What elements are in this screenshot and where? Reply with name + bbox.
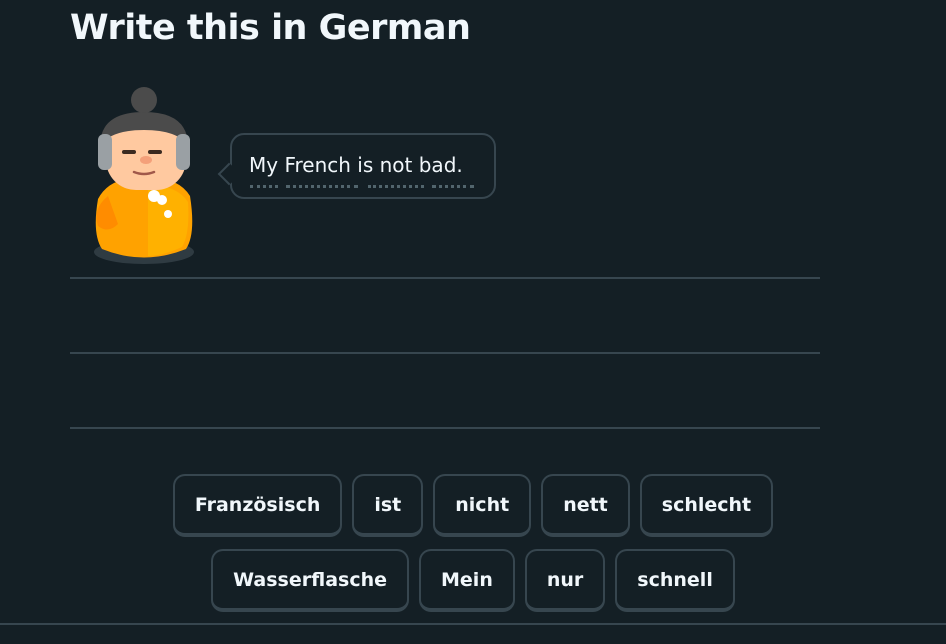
character-illustration xyxy=(94,87,194,264)
word-tile[interactable]: nicht xyxy=(433,474,532,537)
word-tile[interactable]: schnell xyxy=(615,549,735,612)
prompt-sentence[interactable]: My French is not bad. xyxy=(249,153,463,177)
word-tile[interactable]: Mein xyxy=(419,549,515,612)
word-tile[interactable]: nett xyxy=(541,474,630,537)
exercise-page: Write this in German My French is not ba… xyxy=(0,0,946,644)
footer-divider xyxy=(0,623,946,625)
exercise-title: Write this in German xyxy=(70,8,471,48)
answer-line[interactable] xyxy=(70,427,820,429)
word-tile[interactable]: schlecht xyxy=(639,474,774,537)
speech-bubble: My French is not bad. xyxy=(217,133,496,199)
word-bank-row: Wasserflasche Mein nur schnell xyxy=(0,549,946,612)
hint-underline-is-not xyxy=(368,185,424,188)
speech-bubble-tail xyxy=(217,162,241,186)
answer-line[interactable] xyxy=(70,277,820,279)
hint-underline-my xyxy=(250,185,278,188)
word-bank-row: Französisch ist nicht nett schlecht xyxy=(0,474,946,537)
answer-line[interactable] xyxy=(70,352,820,354)
word-tile[interactable]: ist xyxy=(352,474,424,537)
word-tile[interactable]: nur xyxy=(524,549,606,612)
word-tile[interactable]: Wasserflasche xyxy=(211,549,410,612)
hint-underline-french xyxy=(286,185,358,188)
hint-underline-bad xyxy=(432,185,474,188)
word-tile[interactable]: Französisch xyxy=(172,474,343,537)
